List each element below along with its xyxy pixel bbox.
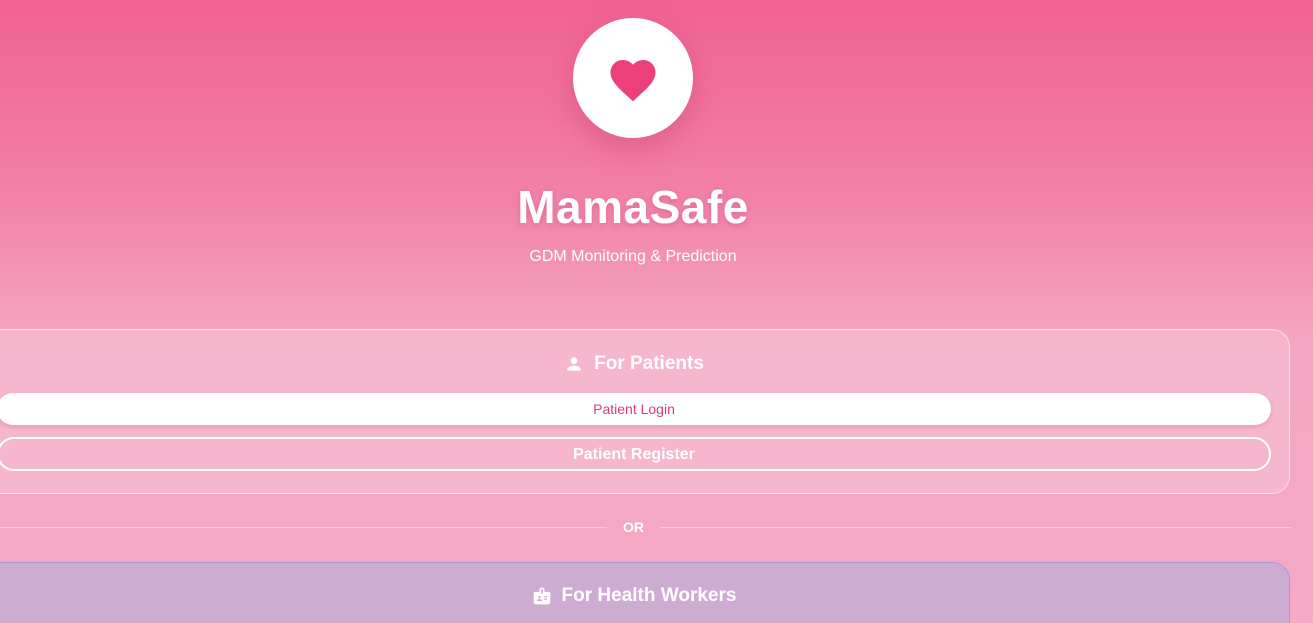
patients-card: For Patients Patient Login Patient Regis… — [0, 329, 1290, 494]
health-workers-heading: For Health Workers — [0, 585, 1291, 607]
divider-line-left — [0, 527, 607, 528]
id-badge-icon — [533, 587, 550, 605]
app-title: MamaSafe — [517, 181, 749, 233]
patients-heading: For Patients — [0, 353, 1291, 375]
app-subtitle: GDM Monitoring & Prediction — [529, 248, 737, 265]
heart-icon — [610, 60, 656, 102]
divider-line-right — [660, 527, 1291, 528]
health-workers-card: For Health Workers — [0, 562, 1290, 623]
patients-heading-label: For Patients — [594, 353, 704, 374]
or-divider-label: OR — [623, 519, 644, 535]
patient-login-button[interactable]: Patient Login — [0, 393, 1271, 425]
person-icon — [567, 357, 581, 371]
health-workers-heading-label: For Health Workers — [561, 585, 737, 606]
app-logo — [573, 18, 693, 138]
patient-register-button[interactable]: Patient Register — [0, 437, 1271, 471]
